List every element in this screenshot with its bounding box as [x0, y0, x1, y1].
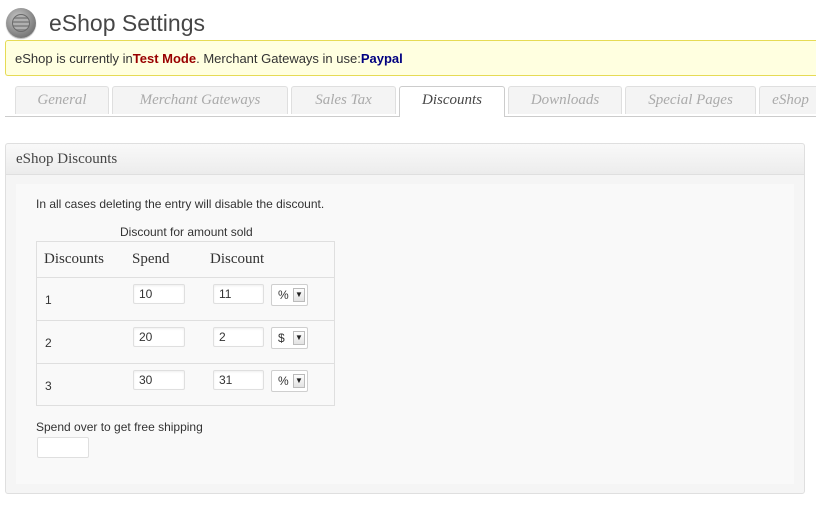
spend-input[interactable] [133, 370, 185, 390]
discount-type-value: $ [278, 331, 285, 345]
notice-middle: . Merchant Gateways in use: [196, 50, 361, 66]
row-number: 2 [45, 336, 52, 350]
notice-mode: Test Mode [132, 50, 197, 66]
table-header: Discounts Spend Discount [37, 242, 334, 278]
discount-input[interactable] [213, 284, 264, 304]
column-header-spend: Spend [132, 251, 170, 267]
tab-discounts[interactable]: Discounts [399, 86, 505, 117]
tab-special-pages[interactable]: Special Pages [625, 86, 756, 114]
table-caption: Discount for amount sold [120, 225, 253, 239]
test-mode-notice: eShop is currently in Test Mode. Merchan… [5, 40, 816, 76]
spend-input[interactable] [133, 284, 185, 304]
chevron-down-icon: ▼ [293, 374, 305, 388]
discount-input[interactable] [213, 327, 264, 347]
page-header: eShop Settings [6, 6, 205, 40]
tab-general[interactable]: General [15, 86, 109, 114]
intro-text: In all cases deleting the entry will dis… [36, 197, 325, 211]
row-number: 1 [45, 293, 52, 307]
discount-type-select[interactable]: % ▼ [271, 370, 308, 392]
shopping-basket-logo-icon [6, 8, 36, 38]
discounts-table: Discounts Spend Discount 1 % ▼ 2 $ ▼ 3 %… [36, 241, 335, 406]
row-number: 3 [45, 379, 52, 393]
tab-eshop[interactable]: eShop [759, 86, 816, 114]
tab-downloads[interactable]: Downloads [508, 86, 622, 114]
table-row: 1 % ▼ [37, 277, 334, 321]
discount-type-value: % [278, 288, 289, 302]
page-title: eShop Settings [49, 9, 206, 36]
table-row: 3 % ▼ [37, 363, 334, 406]
panel-title: eShop Discounts [6, 144, 804, 175]
chevron-down-icon: ▼ [293, 331, 305, 345]
tab-merchant-gateways[interactable]: Merchant Gateways [112, 86, 288, 114]
spend-input[interactable] [133, 327, 185, 347]
discount-type-select[interactable]: $ ▼ [271, 327, 308, 349]
column-header-discounts: Discounts [44, 251, 104, 267]
tab-sales-tax[interactable]: Sales Tax [291, 86, 396, 114]
discount-type-value: % [278, 374, 289, 388]
table-row: 2 $ ▼ [37, 320, 334, 364]
chevron-down-icon: ▼ [293, 288, 305, 302]
notice-gateway: Paypal [360, 50, 403, 66]
discount-input[interactable] [213, 370, 264, 390]
settings-tabs: General Merchant Gateways Sales Tax Disc… [5, 86, 816, 117]
column-header-discount: Discount [210, 251, 265, 267]
free-shipping-input[interactable] [37, 437, 89, 458]
notice-prefix: eShop is currently in [15, 50, 133, 66]
free-shipping-label: Spend over to get free shipping [36, 420, 203, 434]
discount-type-select[interactable]: % ▼ [271, 284, 308, 306]
